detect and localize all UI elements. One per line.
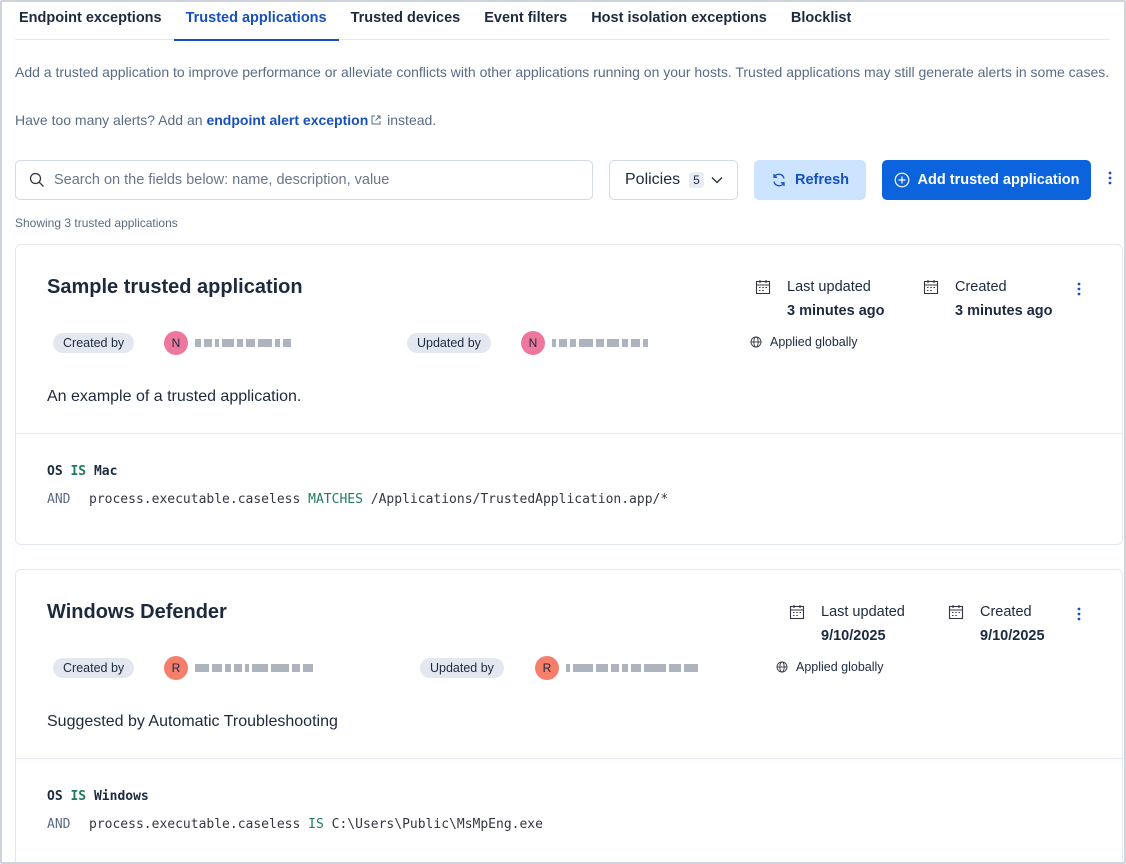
redacted-username	[566, 663, 698, 673]
tab-trusted-devices[interactable]: Trusted devices	[339, 2, 473, 40]
condition-value: /Applications/TrustedApplication.app/*	[370, 492, 669, 507]
tab-bar: Endpoint exceptions Trusted applications…	[15, 2, 1110, 41]
condition-operator: IS	[308, 817, 324, 832]
condition-value: Mac	[93, 464, 118, 479]
scope-indicator: Applied globally	[776, 660, 884, 674]
chevron-down-icon	[711, 177, 723, 184]
globe-icon	[776, 661, 788, 673]
condition-value: Windows	[93, 789, 149, 804]
endpoint-alert-exception-link-label: endpoint alert exception	[206, 112, 369, 128]
card-description: Suggested by Automatic Troubleshooting	[47, 713, 338, 730]
condition-operator: IS	[70, 789, 87, 804]
condition-value: C:\Users\Public\MsMpEng.exe	[331, 817, 543, 832]
globe-icon	[750, 336, 762, 348]
tab-host-isolation-exceptions[interactable]: Host isolation exceptions	[579, 2, 779, 40]
help-prefix: Have too many alerts? Add an	[15, 112, 203, 128]
app-frame: Endpoint exceptions Trusted applications…	[0, 0, 1126, 864]
plus-circle-icon	[894, 172, 909, 188]
avatar: R	[164, 656, 188, 680]
card-divider	[16, 433, 1122, 434]
avatar: N	[521, 331, 545, 355]
condition-field: process.executable.caseless	[89, 817, 301, 832]
add-trusted-application-button[interactable]: Add trusted application	[882, 160, 1091, 200]
condition-field: OS	[47, 464, 63, 479]
policies-filter-button[interactable]: Policies 5	[609, 160, 738, 200]
external-link-icon	[371, 115, 381, 125]
help-suffix: instead.	[387, 112, 437, 128]
scope-label: Applied globally	[796, 660, 884, 674]
created-meta: Created 9/10/2025	[948, 602, 1045, 646]
avatar: N	[164, 331, 188, 355]
endpoint-alert-exception-link[interactable]: endpoint alert exception	[206, 112, 383, 128]
created-value: 3 minutes ago	[955, 303, 1053, 319]
calendar-icon	[755, 280, 771, 295]
scope-label: Applied globally	[770, 335, 858, 349]
vertical-dots-icon	[1108, 171, 1112, 185]
policies-count-badge: 5	[689, 172, 704, 188]
created-label: Created	[955, 279, 1007, 295]
vertical-dots-icon	[1077, 607, 1081, 621]
card-actions-button[interactable]	[1071, 281, 1087, 301]
tab-event-filters[interactable]: Event filters	[472, 2, 579, 40]
last-updated-label: Last updated	[821, 604, 905, 620]
card-actions-button[interactable]	[1071, 606, 1087, 626]
condition-field: OS	[47, 789, 63, 804]
refresh-button[interactable]: Refresh	[754, 160, 866, 200]
add-trusted-application-label: Add trusted application	[917, 172, 1080, 188]
scope-indicator: Applied globally	[750, 335, 858, 349]
redacted-username	[195, 338, 291, 348]
condition-and: AND	[47, 817, 71, 832]
search-box	[15, 160, 593, 200]
calendar-icon	[923, 280, 939, 295]
refresh-label: Refresh	[795, 172, 849, 188]
condition-os: OS IS Windows	[47, 789, 149, 804]
condition-field: process.executable.caseless	[89, 492, 301, 507]
avatar: R	[535, 656, 559, 680]
last-updated-value: 9/10/2025	[821, 628, 886, 644]
card-title: Windows Defender	[47, 601, 227, 623]
page-more-actions-button[interactable]	[1102, 170, 1118, 190]
help-text: Have too many alerts? Add an endpoint al…	[15, 112, 436, 128]
card-divider	[16, 758, 1122, 759]
created-meta: Created 3 minutes ago	[923, 277, 1053, 321]
search-icon	[29, 172, 44, 187]
created-label: Created	[980, 604, 1032, 620]
condition-os: OS IS Mac	[47, 464, 117, 479]
created-by-badge: Created by	[53, 333, 135, 353]
last-updated-meta: Last updated 3 minutes ago	[755, 277, 885, 321]
last-updated-value: 3 minutes ago	[787, 303, 885, 319]
created-value: 9/10/2025	[980, 628, 1045, 644]
tab-trusted-applications[interactable]: Trusted applications	[173, 2, 339, 41]
updated-by-badge: Updated by	[420, 658, 504, 678]
condition-entry: AND process.executable.caseless IS C:\Use…	[47, 817, 543, 832]
condition-operator: MATCHES	[308, 492, 363, 507]
trusted-app-card: Windows Defender Last updated 9/10/2025 …	[15, 569, 1123, 862]
redacted-username	[195, 663, 313, 673]
tab-endpoint-exceptions[interactable]: Endpoint exceptions	[15, 2, 174, 40]
calendar-icon	[789, 605, 805, 620]
redacted-username	[552, 338, 648, 348]
policies-label: Policies	[625, 171, 681, 188]
condition-and: AND	[47, 492, 71, 507]
results-count: Showing 3 trusted applications	[15, 216, 178, 230]
refresh-icon	[773, 173, 785, 187]
updated-by-badge: Updated by	[407, 333, 491, 353]
last-updated-meta: Last updated 9/10/2025	[789, 602, 905, 646]
page-description: Add a trusted application to improve per…	[15, 64, 1110, 80]
condition-operator: IS	[70, 464, 87, 479]
calendar-icon	[948, 605, 964, 620]
trusted-app-card: Sample trusted application Last updated …	[15, 244, 1123, 545]
search-input[interactable]	[54, 172, 592, 188]
condition-entry: AND process.executable.caseless MATCHES /…	[47, 492, 668, 507]
tab-blocklist[interactable]: Blocklist	[779, 2, 863, 40]
vertical-dots-icon	[1077, 282, 1081, 296]
last-updated-label: Last updated	[787, 279, 871, 295]
card-title: Sample trusted application	[47, 276, 303, 298]
created-by-badge: Created by	[53, 658, 135, 678]
card-description: An example of a trusted application.	[47, 388, 302, 405]
